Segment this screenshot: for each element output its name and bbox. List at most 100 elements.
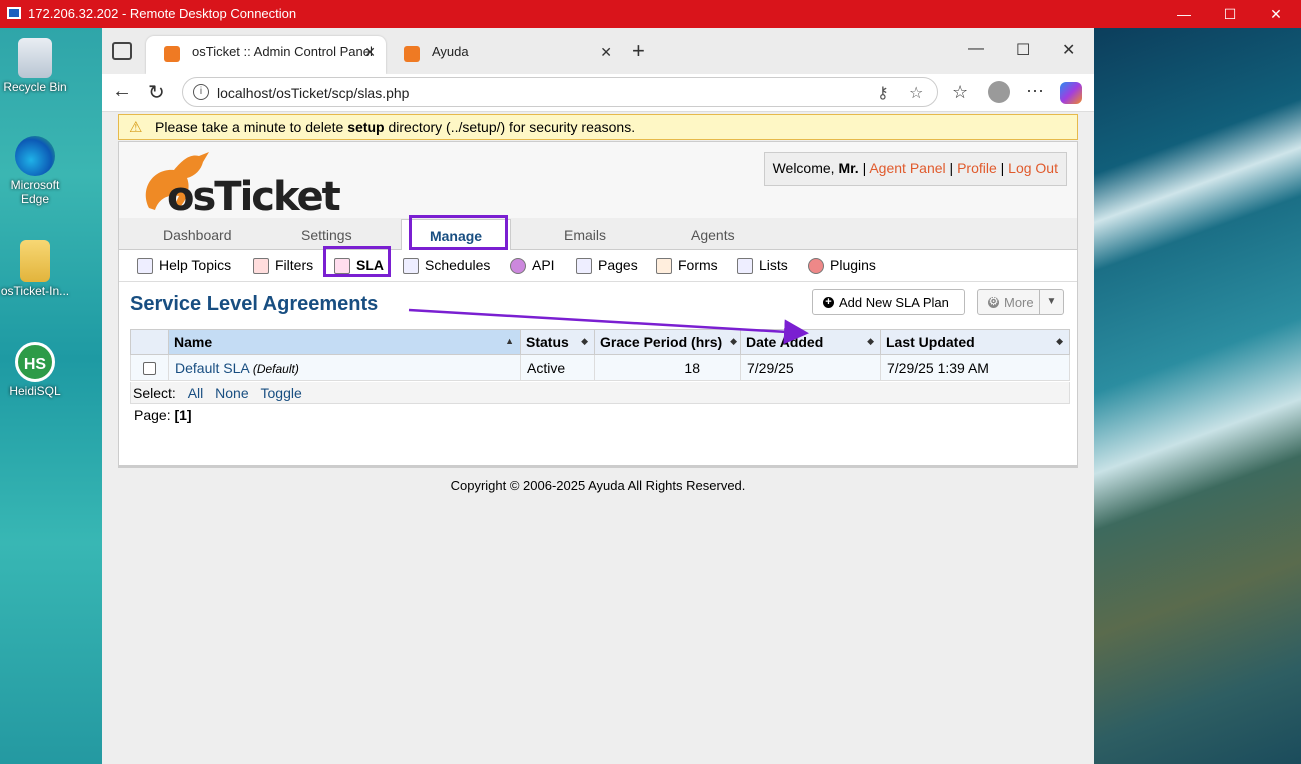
tab-emails[interactable]: Emails [564, 227, 606, 243]
new-tab-button[interactable]: + [632, 38, 645, 64]
sla-table: Name ▲ Status ◆ Grace Period (hrs) ◆ Date A… [130, 329, 1070, 381]
maximize-button[interactable]: ☐ [1207, 2, 1253, 26]
select-none-link[interactable]: None [215, 385, 248, 401]
column-header-last-updated[interactable]: Last Updated ◆ [880, 329, 1070, 355]
security-warning: ⚠ Please take a minute to delete setup d… [118, 114, 1078, 140]
warning-bold: setup [347, 119, 385, 135]
osticket-favicon-icon [404, 46, 420, 62]
desktop-icon-edge[interactable]: Microsoft Edge [0, 136, 75, 206]
profile-avatar-icon[interactable] [988, 81, 1010, 103]
main-container: osTicket Welcome, Mr. | Agent Panel | Pr… [118, 141, 1078, 468]
tab-agents[interactable]: Agents [691, 227, 735, 243]
refresh-icon[interactable]: ↻ [148, 80, 165, 105]
subnav-label: Lists [759, 257, 788, 273]
desktop-icon-recycle-bin[interactable]: Recycle Bin [0, 38, 75, 94]
tab-osticket-admin[interactable]: osTicket :: Admin Control Panel ✕ [146, 36, 386, 74]
subnav-forms[interactable]: Forms [656, 257, 718, 274]
separator: | [862, 160, 867, 176]
desktop-icon-heidisql[interactable]: HS HeidiSQL [0, 342, 75, 398]
plugins-icon [808, 258, 824, 274]
button-label: More [1004, 295, 1034, 310]
help-topics-icon [137, 258, 153, 274]
header-label: Name [174, 334, 213, 350]
pagination: Page: [1] [134, 407, 192, 423]
table-row: Default SLA (Default) Active 18 7/29/25 … [130, 354, 1070, 381]
rdp-icon [7, 7, 21, 19]
tab-label: Ayuda [432, 44, 469, 59]
osticket-logo[interactable]: osTicket [129, 148, 341, 220]
column-header-status[interactable]: Status ◆ [520, 329, 595, 355]
back-arrow-icon[interactable]: ← [112, 80, 132, 103]
select-label: Select: [133, 385, 176, 401]
close-tab-icon[interactable]: ✕ [600, 44, 612, 61]
subnav-pages[interactable]: Pages [576, 257, 638, 274]
profile-link[interactable]: Profile [957, 160, 997, 176]
subnav-label: Help Topics [159, 257, 232, 273]
tab-settings[interactable]: Settings [301, 227, 352, 243]
subnav-label: Filters [275, 257, 314, 273]
sort-icon: ◆ [730, 336, 737, 346]
api-icon [510, 258, 526, 274]
current-page[interactable]: [1] [174, 407, 191, 423]
url-text: localhost/osTicket/scp/slas.php [217, 85, 410, 101]
subnav-help-topics[interactable]: Help Topics [137, 257, 232, 274]
column-header-name[interactable]: Name ▲ [168, 329, 521, 355]
subnav-filters[interactable]: Filters [253, 257, 314, 274]
select-all-link[interactable]: All [188, 385, 204, 401]
tab-dashboard[interactable]: Dashboard [163, 227, 232, 243]
more-button[interactable]: ⚙ More ▼ [977, 289, 1064, 315]
header-label: Last Updated [886, 334, 975, 350]
window-minimize-button[interactable]: — [968, 40, 984, 58]
page-title: Service Level Agreements [130, 293, 379, 315]
window-maximize-button[interactable]: ☐ [1016, 40, 1030, 60]
url-field[interactable]: i localhost/osTicket/scp/slas.php ⚷ ☆ [182, 77, 938, 107]
welcome-text: Welcome, [772, 160, 839, 176]
copilot-icon[interactable] [1060, 82, 1082, 104]
desktop-icon-osticket-folder[interactable]: osTicket-In... [0, 240, 75, 298]
separator: | [1000, 160, 1005, 176]
close-button[interactable]: ✕ [1253, 2, 1299, 26]
add-sla-plan-button[interactable]: + Add New SLA Plan [812, 289, 965, 315]
logo-text: osTicket [167, 174, 341, 220]
desktop-left: Recycle Bin Microsoft Edge osTicket-In..… [0, 28, 102, 764]
row-checkbox-cell [130, 354, 169, 381]
schedules-icon [403, 258, 419, 274]
manage-highlight-box [409, 215, 508, 250]
subnav-api[interactable]: API [510, 257, 555, 274]
tab-ayuda[interactable]: Ayuda ✕ [386, 36, 622, 74]
footer-copyright: Copyright © 2006-2025 Ayuda All Rights R… [450, 478, 746, 493]
column-header-grace-period[interactable]: Grace Period (hrs) ◆ [594, 329, 741, 355]
site-info-icon[interactable]: i [193, 84, 209, 100]
subnav-plugins[interactable]: Plugins [808, 257, 876, 274]
select-toggle-link[interactable]: Toggle [261, 385, 302, 401]
minimize-button[interactable]: — [1161, 2, 1207, 26]
sort-asc-icon: ▲ [505, 336, 514, 346]
key-icon[interactable]: ⚷ [877, 83, 889, 103]
subnav-label: API [532, 257, 555, 273]
select-controls: Select: All None Toggle [130, 382, 1070, 404]
more-menu-icon[interactable]: ··· [1026, 80, 1044, 101]
tab-actions-icon[interactable] [112, 42, 132, 60]
logout-link[interactable]: Log Out [1008, 160, 1058, 176]
select-column-header [130, 329, 169, 355]
main-nav: Dashboard Settings Manage Emails Agents [119, 218, 1077, 251]
column-header-date-added[interactable]: Date Added ◆ [740, 329, 881, 355]
gear-icon: ⚙ [988, 296, 999, 308]
heidisql-icon: HS [15, 342, 55, 382]
favorite-star-icon[interactable]: ☆ [909, 83, 923, 103]
favorites-icon[interactable]: ☆ [952, 82, 968, 103]
subnav-lists[interactable]: Lists [737, 257, 788, 274]
sla-name-link[interactable]: Default SLA [175, 360, 249, 376]
recycle-bin-icon [18, 38, 52, 78]
folder-icon [20, 240, 50, 282]
status-cell: Active [520, 354, 595, 381]
close-tab-icon[interactable]: ✕ [364, 44, 376, 61]
row-checkbox[interactable] [143, 362, 156, 376]
pages-icon [576, 258, 592, 274]
sort-icon: ◆ [867, 336, 874, 346]
subnav-schedules[interactable]: Schedules [403, 257, 490, 274]
agent-panel-link[interactable]: Agent Panel [869, 160, 945, 176]
rdp-title: 172.206.32.202 - Remote Desktop Connecti… [28, 6, 297, 21]
site-header: osTicket Welcome, Mr. | Agent Panel | Pr… [119, 142, 1077, 220]
window-close-button[interactable]: ✕ [1062, 40, 1075, 60]
